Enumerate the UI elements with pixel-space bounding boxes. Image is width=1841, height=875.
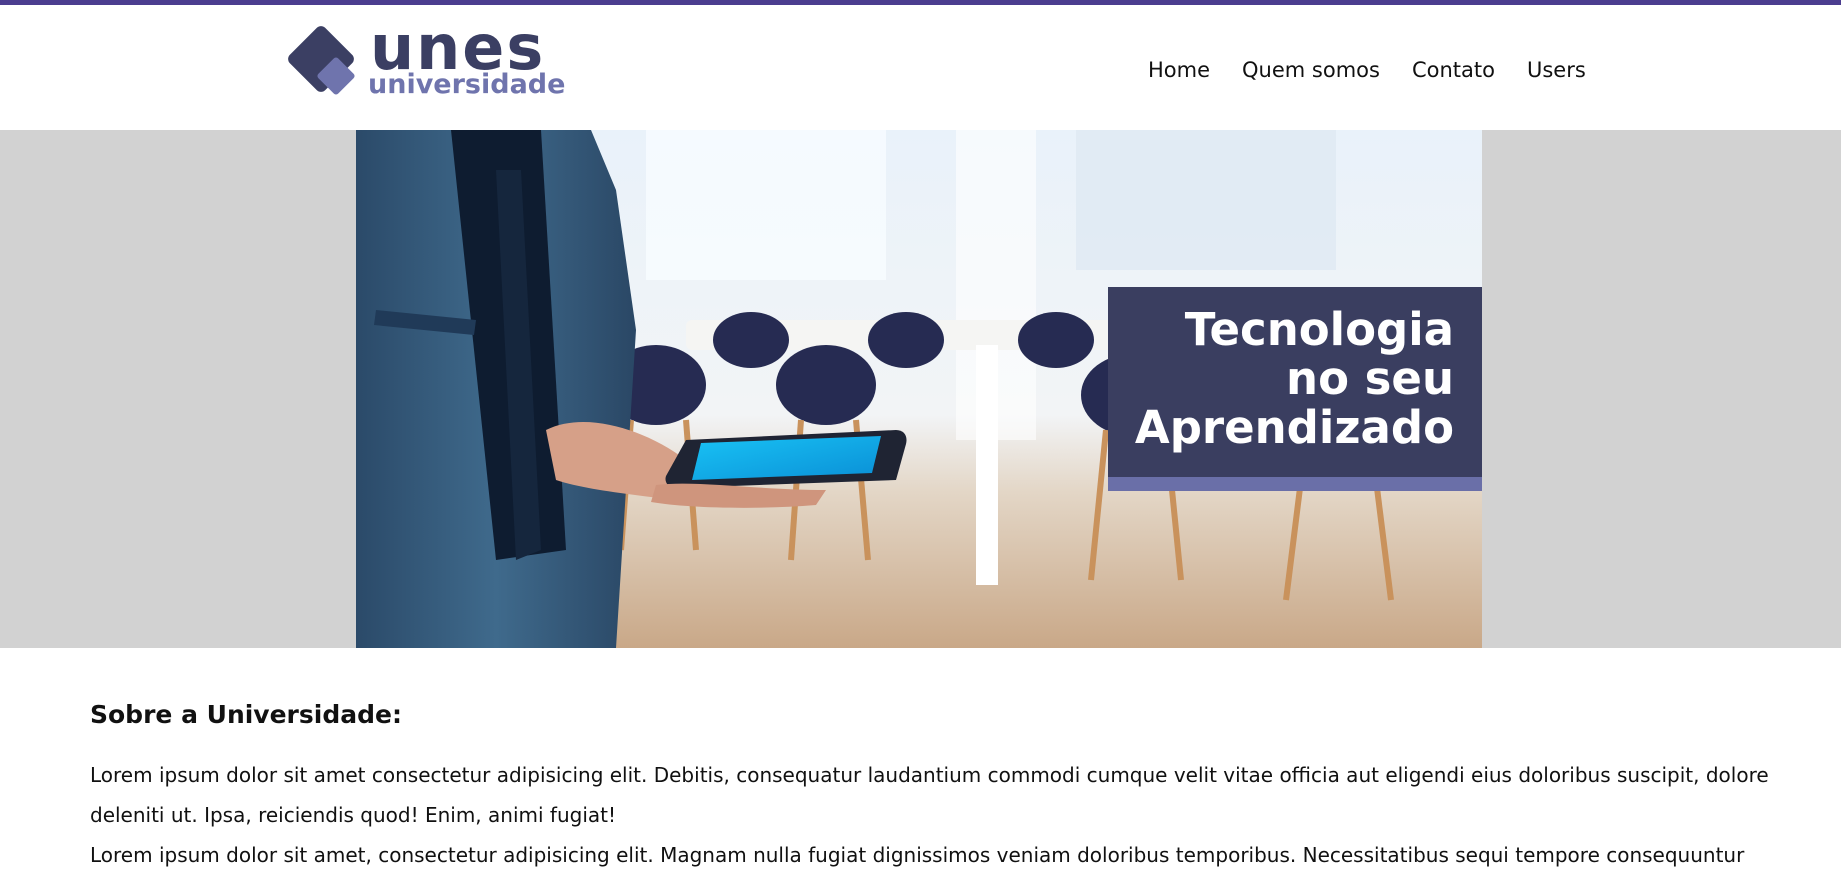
nav-link-quem-somos[interactable]: Quem somos bbox=[1242, 57, 1380, 83]
banner-caption-accent bbox=[1108, 477, 1482, 491]
nav-link-contato[interactable]: Contato bbox=[1412, 57, 1495, 83]
about-section: Sobre a Universidade: Lorem ipsum dolor … bbox=[90, 700, 1790, 875]
about-paragraph: Lorem ipsum dolor sit amet, consectetur … bbox=[90, 843, 1745, 867]
banner-caption-text: Tecnologia no seu Aprendizado bbox=[1134, 303, 1454, 454]
about-paragraph: Lorem ipsum dolor sit amet consectetur a… bbox=[90, 763, 1769, 827]
nav-link-home[interactable]: Home bbox=[1148, 57, 1210, 83]
site-logo[interactable]: unes universidade bbox=[282, 17, 565, 104]
about-heading: Sobre a Universidade: bbox=[90, 700, 402, 729]
nav-link-users[interactable]: Users bbox=[1527, 57, 1586, 83]
logo-subtitle: universidade bbox=[368, 69, 566, 100]
banner-caption-box: Tecnologia no seu Aprendizado bbox=[1108, 287, 1482, 477]
diamond-logo-icon bbox=[288, 26, 355, 95]
hero-banner: Tecnologia no seu Aprendizado bbox=[0, 130, 1841, 648]
main-nav: Home Quem somos Contato Users bbox=[1148, 57, 1586, 83]
site-header: unes universidade Home Quem somos Contat… bbox=[0, 5, 1841, 130]
